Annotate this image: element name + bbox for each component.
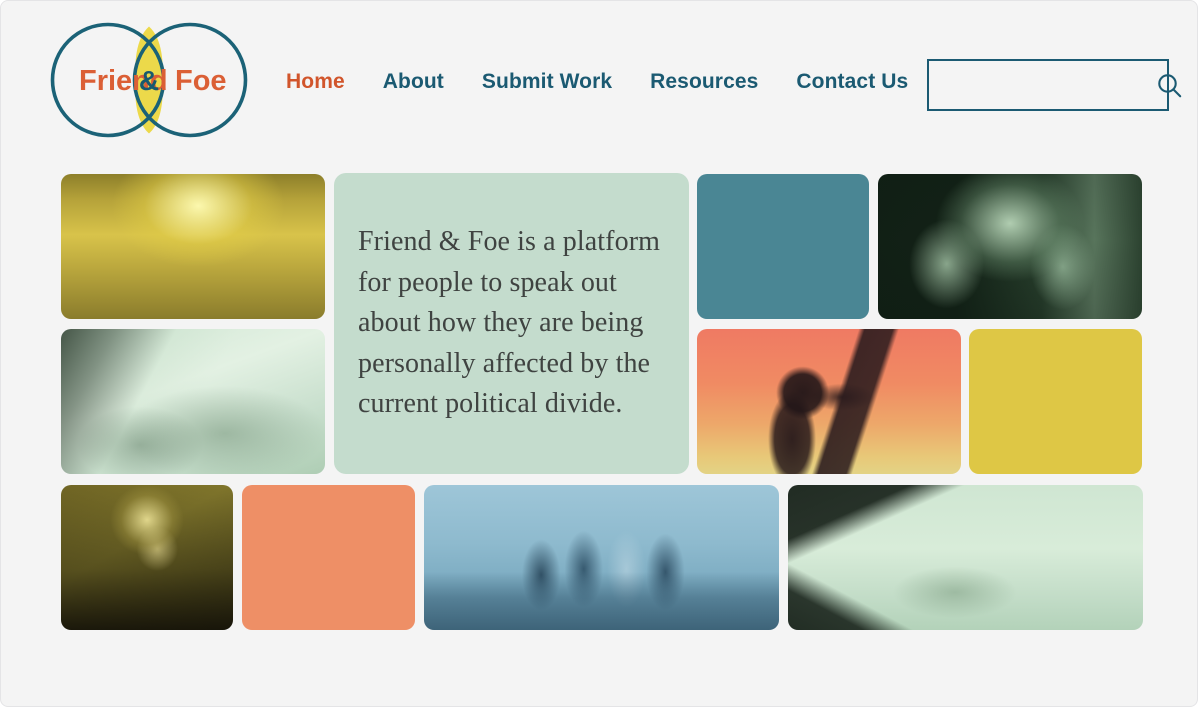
nav-item-home[interactable]: Home bbox=[286, 71, 345, 92]
photo-stressed-man[interactable] bbox=[878, 174, 1142, 319]
venn-diagram-icon: Friend & Foe bbox=[50, 22, 248, 138]
photo-handshake[interactable] bbox=[788, 485, 1143, 630]
photo-laughing-woman[interactable] bbox=[61, 485, 233, 630]
intro-paragraph: Friend & Foe is a platform for people to… bbox=[358, 226, 661, 420]
browser-viewport: Friend & Foe Home About Submit Work Reso… bbox=[0, 0, 1198, 707]
nav-item-about[interactable]: About bbox=[383, 71, 444, 92]
logo-word-foe: Foe bbox=[175, 65, 227, 97]
color-block-yellow[interactable] bbox=[969, 329, 1142, 474]
photo-beach-sunset-two-people[interactable] bbox=[61, 174, 325, 319]
photo-clasped-hands[interactable] bbox=[61, 329, 325, 474]
search-input[interactable] bbox=[929, 61, 1156, 109]
nav-item-resources[interactable]: Resources bbox=[650, 71, 758, 92]
search-icon bbox=[1158, 73, 1182, 97]
color-block-coral[interactable] bbox=[242, 485, 415, 630]
logo-word-ampersand: & bbox=[139, 65, 159, 96]
intro-text-panel: Friend & Foe is a platform for people to… bbox=[334, 173, 689, 474]
photo-woman-with-megaphone[interactable] bbox=[697, 329, 961, 474]
photo-four-friends-embracing[interactable] bbox=[424, 485, 779, 630]
search-button[interactable] bbox=[1156, 61, 1183, 109]
nav-item-contact-us[interactable]: Contact Us bbox=[796, 71, 908, 92]
main-navigation: Home About Submit Work Resources Contact… bbox=[286, 71, 908, 92]
friend-and-foe-venn-logo[interactable]: Friend & Foe bbox=[35, 17, 263, 143]
site-header: Friend & Foe Home About Submit Work Reso… bbox=[1, 1, 1197, 159]
color-block-teal[interactable] bbox=[697, 174, 869, 319]
search-box[interactable] bbox=[927, 59, 1182, 111]
nav-item-submit-work[interactable]: Submit Work bbox=[482, 71, 612, 92]
